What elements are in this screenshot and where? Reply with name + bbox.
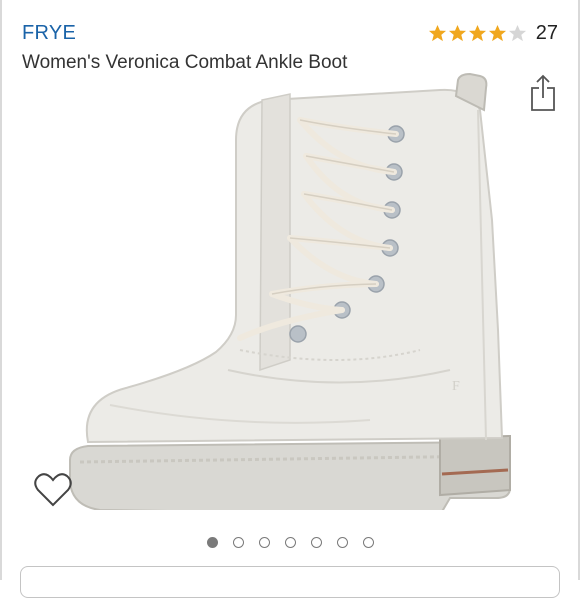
gallery-pagination[interactable] (0, 537, 580, 548)
product-image[interactable]: F (40, 70, 560, 510)
brand-link[interactable]: FRYE (22, 22, 76, 45)
action-panel[interactable] (20, 566, 560, 598)
star-empty-icon (508, 24, 526, 42)
gallery-dot[interactable] (258, 537, 270, 548)
gallery-dot[interactable] (206, 537, 218, 548)
gallery-dot[interactable] (310, 537, 322, 548)
star-filled-icon (428, 24, 446, 42)
star-filled-icon (488, 24, 506, 42)
gallery-dot[interactable] (336, 537, 348, 548)
svg-text:F: F (452, 379, 460, 394)
rating-summary[interactable]: 27 (428, 22, 558, 45)
review-count: 27 (535, 22, 558, 44)
gallery-dot[interactable] (232, 537, 244, 548)
star-filled-icon (468, 24, 486, 42)
star-rating (428, 24, 528, 43)
heart-icon[interactable] (33, 472, 73, 508)
gallery-dot[interactable] (284, 537, 296, 548)
star-filled-icon (448, 24, 466, 42)
gallery-dot[interactable] (362, 537, 374, 548)
